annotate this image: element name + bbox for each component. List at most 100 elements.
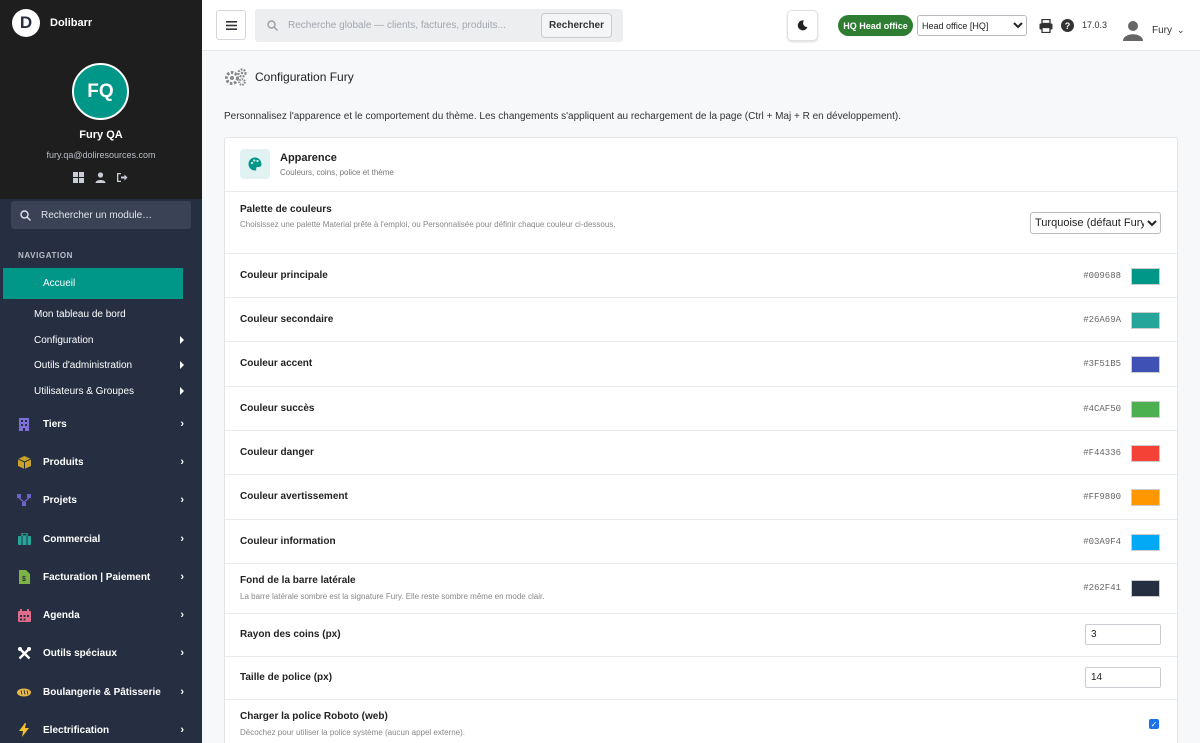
roboto-label: Charger la police Roboto (web) — [240, 711, 388, 722]
chevron-right-icon: › — [180, 418, 184, 430]
font-size-row: Taille de police (px) — [225, 657, 1177, 700]
profile-icon[interactable] — [94, 171, 106, 183]
chevron-right-icon: › — [180, 456, 184, 468]
box-icon — [17, 455, 31, 469]
color-swatch[interactable] — [1131, 401, 1160, 418]
nav-item-agenda[interactable]: Agenda › — [0, 600, 202, 630]
entity-select[interactable]: Head office [HQ] — [917, 15, 1027, 36]
nav-item-projets[interactable]: Projets › — [0, 485, 202, 515]
nav-item-boulangerie[interactable]: Boulangerie & Pâtisserie › — [0, 677, 202, 707]
nav-item-produits[interactable]: Produits › — [0, 447, 202, 477]
print-icon[interactable] — [1039, 19, 1053, 33]
module-search[interactable]: Rechercher un module… — [11, 201, 191, 229]
sidebar-bg-row: Fond de la barre latérale La barre latér… — [225, 564, 1177, 614]
dolibarr-logo: D — [12, 9, 40, 37]
search-icon — [20, 209, 31, 221]
bread-icon — [17, 685, 31, 699]
color-row-secondary: Couleur secondaire #26A69A — [225, 298, 1177, 342]
briefcase-icon — [17, 532, 31, 546]
tools-icon — [17, 646, 31, 660]
menu-toggle-button[interactable] — [216, 10, 246, 40]
logout-icon[interactable] — [116, 171, 128, 183]
color-swatch[interactable] — [1131, 268, 1160, 285]
color-swatch[interactable] — [1131, 580, 1160, 597]
nav-subitem-users-groups[interactable]: Utilisateurs & Groupes — [34, 382, 184, 400]
color-swatch[interactable] — [1131, 312, 1160, 329]
nav-item-label: Commercial — [43, 533, 101, 545]
color-swatch[interactable] — [1131, 356, 1160, 373]
nav-item-label: Facturation | Paiement — [43, 571, 151, 583]
chevron-right-icon: › — [180, 533, 184, 545]
color-hex: #4CAF50 — [1083, 404, 1121, 414]
sidebar-bg-description: La barre latérale sombre est la signatur… — [240, 592, 545, 601]
user-email: fury.qa@doliresources.com — [46, 150, 156, 160]
color-row-danger: Couleur danger #F44336 — [225, 431, 1177, 475]
version-label: 17.0.3 — [1082, 20, 1108, 30]
color-hex: #26A69A — [1083, 315, 1121, 325]
color-row-success: Couleur succès #4CAF50 — [225, 387, 1177, 431]
chevron-right-icon: › — [180, 571, 184, 583]
nav-subitem-label: Configuration — [34, 334, 94, 346]
color-row-primary: Couleur principale #009688 — [225, 254, 1177, 298]
color-row-warning: Couleur avertissement #FF9800 — [225, 475, 1177, 520]
module-search-placeholder: Rechercher un module… — [41, 209, 153, 221]
global-search-input[interactable] — [288, 20, 528, 31]
roboto-description: Décochez pour utiliser la police système… — [240, 728, 466, 737]
color-hex: #FF9800 — [1083, 492, 1121, 502]
nav-subitem-dashboard[interactable]: Mon tableau de bord — [34, 305, 184, 323]
nav-item-tiers[interactable]: Tiers › — [0, 409, 202, 439]
chevron-right-icon: › — [180, 724, 184, 736]
radius-label: Rayon des coins (px) — [240, 629, 341, 640]
radius-row: Rayon des coins (px) — [225, 614, 1177, 657]
user-avatar[interactable]: FQ — [72, 63, 129, 120]
color-swatch[interactable] — [1131, 489, 1160, 506]
chevron-right-icon: › — [180, 494, 184, 506]
nav-item-commercial[interactable]: Commercial › — [0, 524, 202, 554]
theme-toggle-button[interactable] — [787, 10, 818, 41]
roboto-row: Charger la police Roboto (web) Décochez … — [225, 700, 1177, 743]
brand-name: Dolibarr — [50, 17, 93, 29]
color-hex: #009688 — [1083, 271, 1121, 281]
nav-subitem-admin-tools[interactable]: Outils d'administration — [34, 356, 184, 374]
palette-description: Choisissez une palette Material prête à … — [240, 220, 616, 229]
appearance-card: Apparence Couleurs, coins, police et thè… — [224, 137, 1178, 743]
nav-item-label: Projets — [43, 494, 77, 506]
roboto-checkbox[interactable]: ✓ — [1149, 719, 1159, 729]
color-label: Couleur accent — [240, 358, 313, 369]
calendar-icon — [17, 608, 31, 622]
user-menu[interactable]: Fury ⌄ — [1122, 19, 1185, 41]
font-size-input[interactable] — [1085, 667, 1161, 688]
color-swatch[interactable] — [1131, 534, 1160, 551]
card-header: Apparence Couleurs, coins, police et thè… — [225, 138, 1177, 192]
radius-input[interactable] — [1085, 624, 1161, 645]
dashboard-icon[interactable] — [72, 171, 84, 183]
building-icon — [17, 417, 31, 431]
color-row-info: Couleur information #03A9F4 — [225, 520, 1177, 564]
search-button[interactable]: Rechercher — [541, 13, 612, 38]
chevron-right-icon: › — [180, 647, 184, 659]
card-title: Apparence — [280, 152, 337, 164]
color-swatch[interactable] — [1131, 445, 1160, 462]
user-menu-name: Fury — [1152, 24, 1172, 36]
help-icon[interactable]: ? — [1061, 19, 1074, 32]
color-hex: #F44336 — [1083, 448, 1121, 458]
nav-item-facturation[interactable]: $ Facturation | Paiement › — [0, 562, 202, 592]
entity-badge[interactable]: HQ Head office — [838, 15, 913, 36]
nav-item-label: Electrification — [43, 724, 110, 736]
palette-select[interactable]: Turquoise (défaut Fury) — [1030, 212, 1161, 234]
color-label: Couleur principale — [240, 270, 328, 281]
user-avatar-icon — [1123, 21, 1143, 41]
nav-item-home[interactable]: Accueil — [3, 268, 183, 299]
gears-icon — [225, 68, 247, 86]
page-header: Configuration Fury — [224, 68, 354, 86]
svg-text:$: $ — [22, 576, 26, 583]
nav-item-electrification[interactable]: Electrification › — [0, 715, 202, 743]
global-search: Rechercher — [255, 9, 623, 42]
color-label: Couleur avertissement — [240, 491, 348, 502]
color-label: Couleur succès — [240, 403, 315, 414]
nav-subitem-configuration[interactable]: Configuration — [34, 331, 184, 349]
brand[interactable]: D Dolibarr — [0, 0, 202, 46]
nav-item-outils-speciaux[interactable]: Outils spéciaux › — [0, 638, 202, 668]
color-label: Couleur information — [240, 536, 336, 547]
hamburger-icon — [225, 20, 237, 30]
